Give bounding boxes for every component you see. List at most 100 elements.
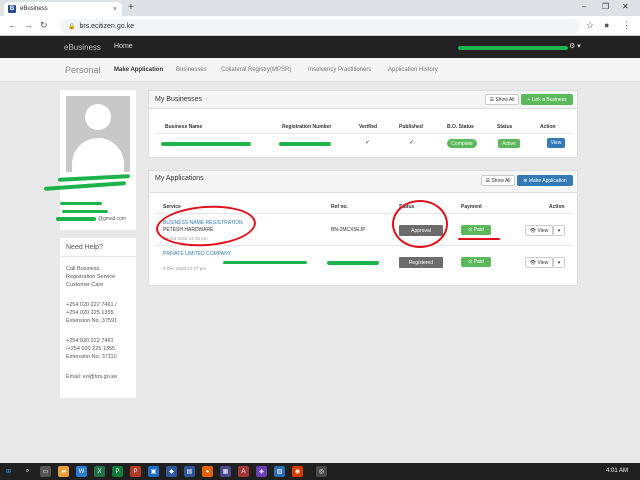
forward-icon[interactable]: → <box>24 20 33 30</box>
make-application-button[interactable]: ⊕ Make Application <box>517 175 573 186</box>
back-icon[interactable]: ← <box>8 20 17 30</box>
chrome-icon[interactable]: ◎ <box>316 466 327 477</box>
panel-title: My Applications <box>155 175 204 182</box>
tab-make-application[interactable]: Make Application <box>114 67 163 73</box>
url-field[interactable]: 🔒 brs.ecitizen.go.ke <box>60 19 580 33</box>
help-line: +254 020 222 7461 <box>66 338 114 344</box>
excel-icon[interactable]: X <box>94 466 105 477</box>
column-header: Status <box>497 124 513 130</box>
help-line: Registration Service <box>66 274 116 280</box>
app-icon[interactable]: ◉ <box>292 466 303 477</box>
app-icon[interactable]: ◆ <box>166 466 177 477</box>
published-check-icon: ✓ <box>409 140 415 146</box>
action-dropdown-chevron-icon[interactable]: ▾ <box>553 225 565 236</box>
user-menu-chevron-icon[interactable]: ⚙ ▾ <box>569 42 581 50</box>
app-icon[interactable]: ▤ <box>184 466 195 477</box>
eye-icon: 👁 <box>529 259 538 266</box>
tab-insolvency-practitioners[interactable]: Insolvency Practitioners <box>308 67 371 73</box>
browser-tab-bar: B eBusiness × + – ❐ ✕ <box>0 0 640 16</box>
column-header: Action <box>540 124 556 130</box>
clock: 4:01 AM <box>606 468 629 474</box>
service-name[interactable]: PRIVATE LIMITED COMPANY <box>163 251 231 257</box>
browser-tab[interactable]: B eBusiness × <box>4 2 122 16</box>
section-title: Personal <box>65 65 101 75</box>
view-application-button[interactable]: 👁 View <box>525 225 553 236</box>
minimize-icon[interactable]: – <box>582 2 586 11</box>
app-icon[interactable]: ▧ <box>274 466 285 477</box>
firefox-icon[interactable]: ● <box>202 466 213 477</box>
column-header: Action <box>549 204 565 210</box>
star-icon[interactable]: ☆ <box>586 20 594 31</box>
tab-application-history[interactable]: Application History <box>388 67 438 73</box>
redacted-username[interactable] <box>458 46 568 50</box>
help-title: Need Help? <box>66 244 103 251</box>
help-line: Call Business <box>66 266 100 272</box>
view-business-button[interactable]: View <box>547 138 565 148</box>
tab-businesses[interactable]: Businesses <box>176 67 207 73</box>
close-window-icon[interactable]: ✕ <box>622 2 629 11</box>
ebusiness-favicon-icon: B <box>8 5 16 13</box>
column-header: Service <box>163 204 181 210</box>
help-line: Extension No. 37110 <box>66 354 117 360</box>
menu-icon[interactable]: ⋮ <box>622 20 631 31</box>
file-explorer-icon[interactable]: ▰ <box>58 466 69 477</box>
windows-start-icon[interactable]: ⊞ <box>3 466 14 477</box>
verified-check-icon: ✓ <box>365 140 371 146</box>
column-header: Payment <box>461 204 482 210</box>
search-icon[interactable]: ⌕ <box>22 466 33 477</box>
help-card: Need Help? Call Business Registration Se… <box>60 238 136 398</box>
home-link[interactable]: Home <box>114 43 133 50</box>
panel-title: My Businesses <box>155 96 203 103</box>
column-header: Published <box>399 124 423 130</box>
url-text: brs.ecitizen.go.ke <box>79 22 134 30</box>
bo-status-badge: Complete <box>447 139 477 148</box>
view-application-button[interactable]: 👁 View <box>525 257 553 268</box>
column-header: Business Name <box>165 124 203 130</box>
help-line: +254 020 225 1355 <box>66 310 114 316</box>
my-businesses-panel: My Businesses ☰ Show All + Link a Busine… <box>148 90 578 158</box>
avatar <box>66 96 130 172</box>
powerpoint-icon[interactable]: P <box>130 466 141 477</box>
redacted-registration-number <box>279 142 331 146</box>
redacted-phone <box>62 210 108 213</box>
profile-icon[interactable]: ● <box>604 20 609 30</box>
app-icon[interactable]: ▦ <box>220 466 231 477</box>
status-badge: Active <box>498 139 520 148</box>
show-all-applications-button[interactable]: ☰ Show All <box>481 175 515 186</box>
app-icon[interactable]: ◈ <box>256 466 267 477</box>
application-date: 9 Dec 2020 10:27 pm <box>163 266 207 271</box>
site-navbar: eBusiness Home ⚙ ▾ <box>0 36 640 58</box>
show-all-businesses-button[interactable]: ☰ Show All <box>485 94 519 105</box>
windows-taskbar: ⊞ ⌕ ▭ ▰ W X P P ▣ ◆ ▤ ● ▦ A ◈ ▧ ◉ ◎ 4:01… <box>0 463 640 480</box>
payment-badge: ⊙ Paid <box>461 257 491 267</box>
column-header: Registration Number <box>282 124 332 130</box>
lock-icon: 🔒 <box>68 23 76 30</box>
app-icon[interactable]: ▣ <box>148 466 159 477</box>
column-header: Ref no. <box>331 204 348 210</box>
tab-close-icon[interactable]: × <box>113 6 117 13</box>
new-tab-button[interactable]: + <box>128 2 134 13</box>
link-business-button[interactable]: + Link a Business <box>521 94 573 105</box>
redacted-company-name <box>223 261 307 264</box>
word-icon[interactable]: W <box>76 466 87 477</box>
publisher-icon[interactable]: P <box>112 466 123 477</box>
address-bar: ← → ↻ 🔒 brs.ecitizen.go.ke ☆ ● ⋮ <box>0 16 640 36</box>
payment-badge: ⊙ Paid <box>461 225 491 235</box>
brand-link[interactable]: eBusiness <box>64 43 101 52</box>
column-header: Verified <box>359 124 378 130</box>
reload-icon[interactable]: ↻ <box>40 20 48 31</box>
maximize-icon[interactable]: ❐ <box>602 2 609 11</box>
tab-title: eBusiness <box>20 6 48 12</box>
email-suffix: @gmail.com <box>98 216 126 222</box>
task-view-icon[interactable]: ▭ <box>40 466 51 477</box>
sub-navigation: Personal Make Application Businesses Col… <box>0 58 640 82</box>
access-icon[interactable]: A <box>238 466 249 477</box>
annotation-underline-payment <box>458 238 500 240</box>
redacted-email <box>56 217 96 221</box>
status-badge: Registered <box>399 257 443 268</box>
reference-number: BN-2MCX5EJP <box>331 227 366 233</box>
help-email[interactable]: Email: eo@brs.go.ke <box>66 374 117 380</box>
action-dropdown-chevron-icon[interactable]: ▾ <box>553 257 565 268</box>
annotation-circle-status <box>392 200 448 248</box>
tab-collateral-registry[interactable]: Collateral Registry(MPSR) <box>221 67 291 73</box>
